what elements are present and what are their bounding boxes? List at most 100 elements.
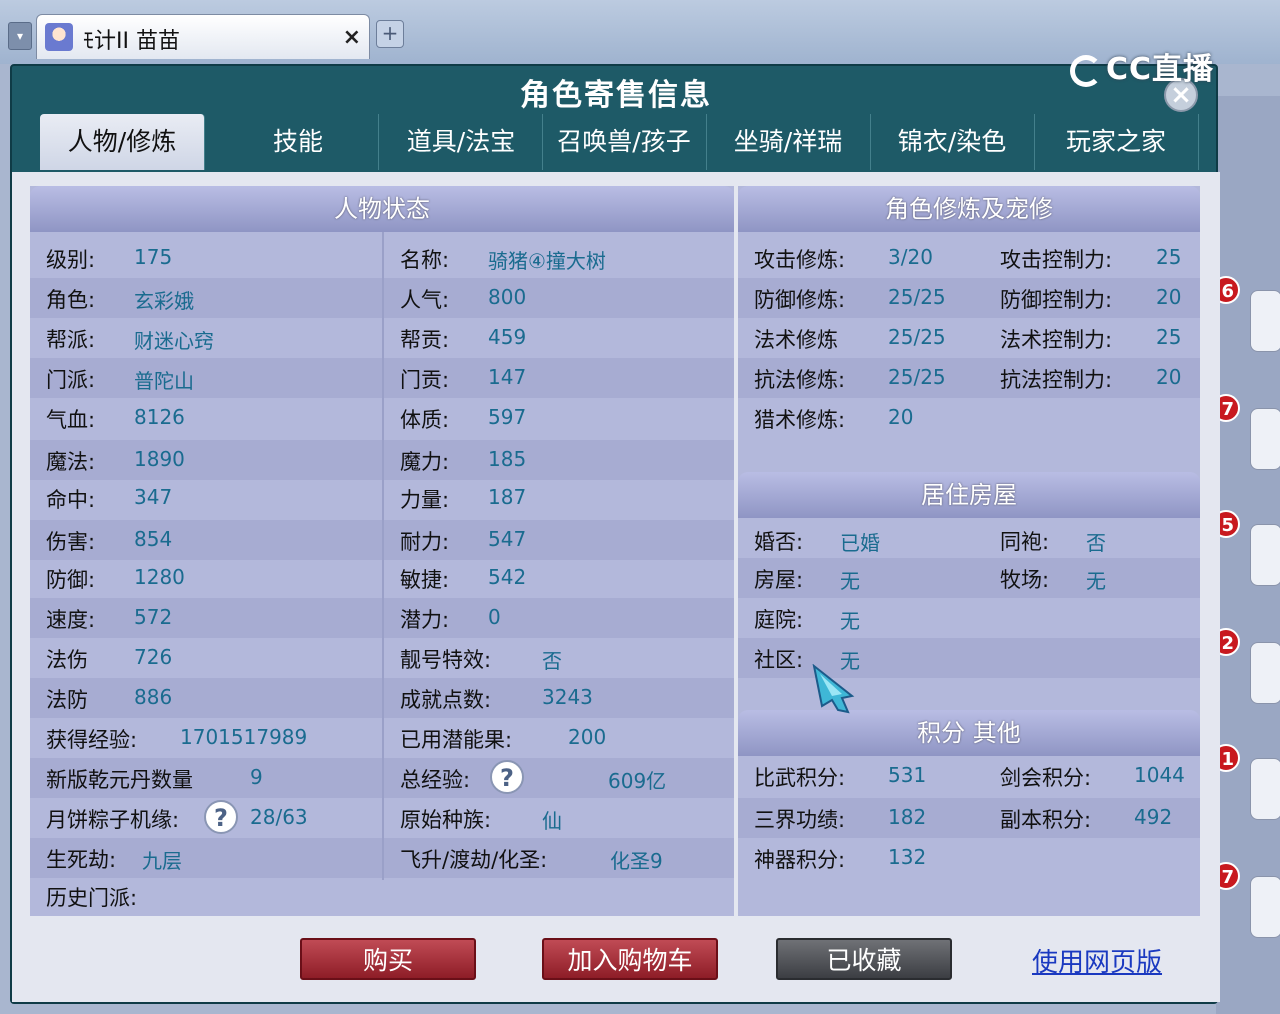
status-label: 伤害: [46, 530, 96, 554]
status-label: 力量: [400, 488, 450, 512]
status-value: 597 [488, 405, 527, 429]
housing-row [738, 598, 1200, 638]
housing-label: 社区: [754, 648, 804, 672]
status-value: 3243 [542, 685, 593, 709]
cultivation-value: 25/25 [888, 285, 946, 309]
status-label: 人气: [400, 288, 450, 312]
housing-row [738, 520, 1200, 560]
add-to-cart-button[interactable]: 加入购物车 [542, 938, 718, 980]
tab-6[interactable]: 玩家之家 [1034, 114, 1199, 170]
cultivation-value: 20 [1156, 365, 1182, 389]
status-value: 854 [134, 527, 173, 551]
status-value: 化圣9 [610, 849, 663, 873]
status-value: 28/63 [250, 805, 308, 829]
character-status-header: 人物状态 [30, 186, 734, 232]
tab-menu-arrow-icon[interactable]: ▾ [8, 22, 32, 50]
cc-logo-icon [1070, 54, 1102, 87]
character-status-panel: 人物状态 级别: 175 角色: 玄彩娥 帮派: 财迷心窍 门派: 普陀山 气血: 8126 魔法:… [30, 186, 734, 916]
dialog-tabs: 人物/修炼 技能 道具/法宝 召唤兽/孩子 坐骑/祥瑞 锦衣/染色 玩家之家 [40, 114, 1200, 170]
housing-label: 牧场: [1000, 568, 1050, 592]
housing-row [738, 638, 1200, 678]
status-value: 147 [488, 365, 527, 389]
status-label: 靓号特效: [400, 648, 492, 672]
status-label: 魔力: [400, 450, 450, 474]
status-label: 门贡: [400, 368, 450, 392]
background-slot [1250, 876, 1280, 938]
status-value: 否 [542, 649, 562, 673]
status-value: 1890 [134, 447, 185, 471]
tab-4[interactable]: 坐骑/祥瑞 [706, 114, 871, 170]
status-value: 187 [488, 485, 527, 509]
background-slot [1250, 408, 1280, 470]
status-value: 0 [488, 605, 501, 629]
new-tab-button[interactable]: + [376, 20, 404, 48]
status-label: 魔法: [46, 450, 96, 474]
status-label: 潜力: [400, 608, 450, 632]
cultivation-value: 25 [1156, 245, 1182, 269]
status-value: 542 [488, 565, 527, 589]
buy-button[interactable]: 购买 [300, 938, 476, 980]
background-slot [1250, 758, 1280, 820]
cultivation-label: 防御控制力: [1000, 288, 1113, 312]
background-slot [1250, 642, 1280, 704]
tab-1[interactable]: 技能 [218, 114, 379, 170]
status-label: 新版乾元丹数量 [46, 768, 193, 792]
status-label: 命中: [46, 488, 96, 512]
tab-5[interactable]: 锦衣/染色 [870, 114, 1035, 170]
status-label: 名称: [400, 248, 450, 272]
help-icon[interactable]: ? [204, 800, 238, 834]
background-slot [1250, 524, 1280, 586]
status-value: 800 [488, 285, 527, 309]
status-value: 1701517989 [180, 725, 308, 749]
housing-value: 无 [1086, 569, 1106, 593]
housing-label: 同袍: [1000, 530, 1050, 554]
housing-header: 居住房屋 [738, 472, 1200, 518]
consignment-info-dialog: 角色寄售信息 × 人物/修炼 技能 道具/法宝 召唤兽/孩子 坐骑/祥瑞 锦衣/染色 玩家之… [10, 64, 1220, 1004]
tab-3[interactable]: 召唤兽/孩子 [542, 114, 707, 170]
status-label: 总经验: [400, 768, 471, 792]
status-label: 已用潜能果: [400, 728, 513, 752]
status-label: 获得经验: [46, 728, 138, 752]
points-value: 1044 [1134, 763, 1185, 787]
watermark-text: CC直播 [1106, 52, 1215, 87]
cultivation-label: 抗法修炼: [754, 368, 846, 392]
status-label: 法防 [46, 688, 88, 712]
status-value: 886 [134, 685, 173, 709]
status-value: 185 [488, 447, 527, 471]
status-value: 726 [134, 645, 173, 669]
status-label: 级别: [46, 248, 96, 272]
status-label: 帮贡: [400, 328, 450, 352]
points-label: 副本积分: [1000, 808, 1092, 832]
status-column-divider [382, 232, 384, 880]
tab-close-icon[interactable]: × [343, 25, 361, 50]
status-value: 玄彩娥 [134, 289, 194, 313]
points-value: 492 [1134, 805, 1173, 829]
status-value: 200 [568, 725, 607, 749]
status-value: 财迷心窍 [134, 329, 214, 353]
points-label: 剑会积分: [1000, 766, 1092, 790]
housing-value: 已婚 [840, 531, 880, 555]
dialog-content: 人物状态 级别: 175 角色: 玄彩娥 帮派: 财迷心窍 门派: 普陀山 气血: 8126 魔法:… [12, 172, 1220, 1002]
cultivation-panel: 角色修炼及宠修 居住房屋 积分 其他 攻击修炼: 3/20 攻击控制力: 25 防御修炼… [738, 186, 1200, 916]
browser-tab[interactable]: ﾓ计II 苗苗 × [36, 14, 370, 59]
housing-value: 无 [840, 569, 860, 593]
status-label: 历史门派: [46, 886, 138, 910]
help-icon[interactable]: ? [490, 760, 524, 794]
browser-tab-title: ﾓ计II 苗苗 [83, 29, 180, 54]
use-web-version-link[interactable]: 使用网页版 [1032, 942, 1162, 979]
cultivation-value: 3/20 [888, 245, 933, 269]
status-label: 敏捷: [400, 568, 450, 592]
favorited-button[interactable]: 已收藏 [776, 938, 952, 980]
status-label: 角色: [46, 288, 96, 312]
status-label: 生死劫: [46, 848, 117, 872]
cultivation-value: 20 [888, 405, 914, 429]
cultivation-value: 25 [1156, 325, 1182, 349]
points-value: 132 [888, 845, 927, 869]
background-slot [1250, 290, 1280, 352]
points-header: 积分 其他 [738, 710, 1200, 756]
status-value: 572 [134, 605, 173, 629]
tab-2[interactable]: 道具/法宝 [380, 114, 543, 170]
tab-0[interactable]: 人物/修炼 [40, 114, 205, 170]
housing-row [738, 558, 1200, 598]
housing-label: 庭院: [754, 608, 804, 632]
